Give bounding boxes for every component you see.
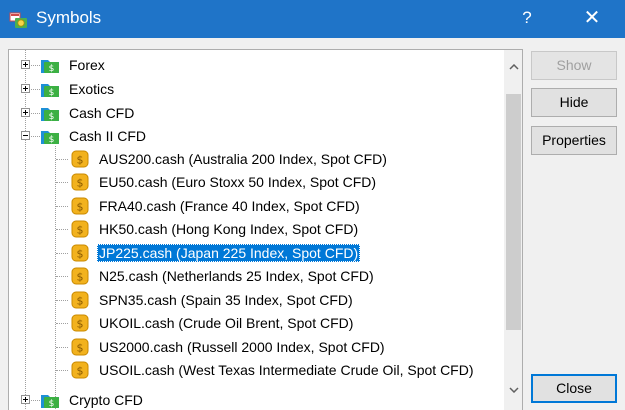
symbol-label: FRA40.cash (France 40 Index, Spot CFD) xyxy=(99,198,360,214)
coin-icon: $ xyxy=(71,314,89,332)
window-title: Symbols xyxy=(36,8,102,27)
svg-text:$: $ xyxy=(77,224,84,237)
folder-icon: $ xyxy=(41,108,59,122)
scroll-down-arrow-icon[interactable] xyxy=(504,381,522,400)
expand-icon[interactable] xyxy=(21,108,30,117)
show-button[interactable]: Show xyxy=(531,51,617,80)
symbol-item-fra40[interactable]: $ FRA40.cash (France 40 Index, Spot CFD) xyxy=(9,195,504,217)
symbol-item-us2000[interactable]: $ US2000.cash (Russell 2000 Index, Spot … xyxy=(9,336,504,358)
symbol-label: UKOIL.cash (Crude Oil Brent, Spot CFD) xyxy=(99,315,354,331)
tree-group-forex[interactable]: $ Forex xyxy=(9,54,504,76)
folder-icon: $ xyxy=(41,131,59,145)
tree-connector xyxy=(56,300,68,301)
coin-icon: $ xyxy=(71,244,89,262)
svg-text:$: $ xyxy=(49,399,55,409)
coin-icon: $ xyxy=(71,173,89,191)
tree-group-cash-ii-cfd[interactable]: $ Cash II CFD xyxy=(9,125,504,147)
svg-text:$: $ xyxy=(77,271,84,284)
tree-connector xyxy=(56,347,68,348)
tree-connector xyxy=(56,276,68,277)
symbol-item-eu50[interactable]: $ EU50.cash (Euro Stoxx 50 Index, Spot C… xyxy=(9,171,504,193)
tree-group-label: Exotics xyxy=(69,81,115,97)
svg-text:$: $ xyxy=(77,248,84,261)
svg-text:$: $ xyxy=(77,295,84,308)
folder-icon: $ xyxy=(41,84,59,98)
svg-text:$: $ xyxy=(49,112,55,122)
symbol-item-jp225[interactable]: $ JP225.cash (Japan 225 Index, Spot CFD) xyxy=(9,242,504,264)
tree-group-label: Crypto CFD xyxy=(69,392,143,408)
tree-connector xyxy=(56,229,68,230)
expand-icon[interactable] xyxy=(21,60,30,69)
symbol-item-n25[interactable]: $ N25.cash (Netherlands 25 Index, Spot C… xyxy=(9,265,504,287)
symbol-label: HK50.cash (Hong Kong Index, Spot CFD) xyxy=(99,221,359,237)
collapse-icon[interactable] xyxy=(21,131,30,140)
tree-group-cash-cfd[interactable]: $ Cash CFD xyxy=(9,102,504,124)
svg-text:$: $ xyxy=(49,64,55,74)
symbol-label: SPN35.cash (Spain 35 Index, Spot CFD) xyxy=(99,292,353,308)
symbol-item-aus200[interactable]: $ AUS200.cash (Australia 200 Index, Spot… xyxy=(9,148,504,170)
symbol-label: JP225.cash (Japan 225 Index, Spot CFD) xyxy=(97,244,361,262)
tree-connector xyxy=(56,206,68,207)
symbol-item-spn35[interactable]: $ SPN35.cash (Spain 35 Index, Spot CFD) xyxy=(9,289,504,311)
symbol-label: US2000.cash (Russell 2000 Index, Spot CF… xyxy=(99,339,385,355)
coin-icon: $ xyxy=(71,338,89,356)
symbol-item-usoil[interactable]: $ USOIL.cash (West Texas Intermediate Cr… xyxy=(9,359,504,381)
tree-connector xyxy=(56,253,68,254)
tree-connector xyxy=(56,182,68,183)
tree-connector xyxy=(56,159,68,160)
close-button[interactable]: Close xyxy=(531,374,617,403)
properties-button[interactable]: Properties xyxy=(531,126,617,155)
coin-icon: $ xyxy=(71,220,89,238)
symbol-label: N25.cash (Netherlands 25 Index, Spot CFD… xyxy=(99,268,374,284)
title-bar: Symbols ? ✕ xyxy=(0,0,625,38)
symbol-label: AUS200.cash (Australia 200 Index, Spot C… xyxy=(99,151,387,167)
svg-text:$: $ xyxy=(77,177,84,190)
app-icon xyxy=(9,12,27,28)
symbol-label: USOIL.cash (West Texas Intermediate Crud… xyxy=(99,362,474,378)
coin-icon: $ xyxy=(71,150,89,168)
tree-group-label: Cash II CFD xyxy=(69,128,147,144)
coin-icon: $ xyxy=(71,197,89,215)
hide-button[interactable]: Hide xyxy=(531,88,617,117)
svg-text:$: $ xyxy=(77,365,84,378)
scroll-thumb[interactable] xyxy=(506,94,521,330)
svg-text:$: $ xyxy=(77,154,84,167)
symbols-tree-panel: $ Forex $ Exotics $ Cash CFD $ Cash II C… xyxy=(8,49,523,410)
coin-icon: $ xyxy=(71,291,89,309)
svg-text:$: $ xyxy=(77,318,84,331)
tree-connector xyxy=(56,323,68,324)
folder-icon: $ xyxy=(41,60,59,74)
coin-icon: $ xyxy=(71,267,89,285)
tree-group-label: Forex xyxy=(69,57,105,73)
symbol-label: EU50.cash (Euro Stoxx 50 Index, Spot CFD… xyxy=(99,174,377,190)
close-window-button[interactable]: ✕ xyxy=(575,4,609,32)
symbol-item-ukoil[interactable]: $ UKOIL.cash (Crude Oil Brent, Spot CFD) xyxy=(9,312,504,334)
svg-text:$: $ xyxy=(77,201,84,214)
tree-group-exotics[interactable]: $ Exotics xyxy=(9,78,504,100)
folder-icon: $ xyxy=(41,395,59,409)
coin-icon: $ xyxy=(71,361,89,379)
tree-group-label: Cash CFD xyxy=(69,105,135,121)
symbols-tree[interactable]: $ Forex $ Exotics $ Cash CFD $ Cash II C… xyxy=(9,50,504,410)
tree-connector xyxy=(56,370,68,371)
tree-group-crypto-cfd[interactable]: $ Crypto CFD xyxy=(9,389,504,410)
expand-icon[interactable] xyxy=(21,395,30,404)
svg-text:$: $ xyxy=(77,342,84,355)
svg-text:$: $ xyxy=(49,88,55,98)
scroll-up-arrow-icon[interactable] xyxy=(504,58,522,77)
tree-scrollbar[interactable] xyxy=(504,50,522,410)
help-button[interactable]: ? xyxy=(516,6,538,30)
symbol-item-hk50[interactable]: $ HK50.cash (Hong Kong Index, Spot CFD) xyxy=(9,218,504,240)
svg-text:$: $ xyxy=(49,135,55,145)
expand-icon[interactable] xyxy=(21,84,30,93)
